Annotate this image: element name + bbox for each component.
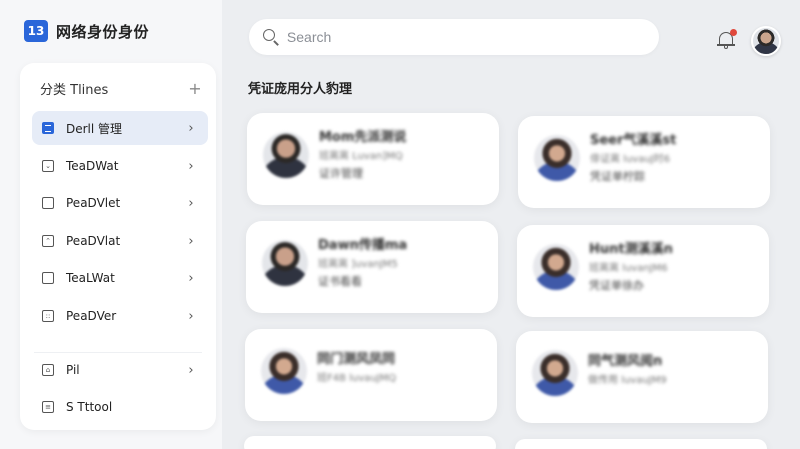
chevron-right-icon: › [188,270,194,286]
logo-badge: 13 [24,20,48,42]
bag-icon: ⌂ [42,364,54,376]
search-bar[interactable] [249,19,659,55]
square-icon [42,272,54,284]
section-title: 凭证庞用分人豹理 [248,82,353,97]
card-meta: 班F4B luvauJMQ [317,373,397,385]
avatar [262,240,308,286]
user-card-2[interactable]: Dawn传播ma 班离离 ]uvanJM5 证书看看 [246,221,498,313]
nav-header-label: 分类 Tlines [40,83,109,98]
nav-item-3[interactable]: ⌃ PeaDVlat › [32,224,208,258]
chevron-right-icon: › [188,308,194,324]
card-meta: 班离离 luvanJM6 [589,263,668,275]
user-card-0[interactable]: Mom先派测说 班离离 Luvan]MQ 证许管理 [247,113,499,205]
nav-item-label: S Tttool [66,400,113,414]
avatar [534,135,580,181]
nav-item-label: Pil [66,363,80,377]
nav-item-label: Derll 管理 [66,121,123,136]
user-card-3[interactable]: Hunt测溪溪n 班离离 luvanJM6 凭证单徐办 [517,225,769,317]
inbox-icon: ⌄ [42,160,54,172]
app-logo[interactable]: 13 网络身份身份 [24,20,149,42]
card-name: 同气测风阅n [588,354,663,369]
user-card-5[interactable]: 同气测风阅n 做传用 luvauJM9 [516,331,768,423]
nav-item-5[interactable]: :: PeaDVer › [32,299,208,333]
add-category-button[interactable]: + [188,79,202,98]
avatar [533,244,579,290]
card-role: 凭证单徐办 [589,279,644,293]
user-card-partial[interactable] [244,436,496,449]
notification-button[interactable] [717,29,737,50]
nav-item-label: PeaDVer [66,309,117,323]
card-role: 证许管理 [319,167,363,181]
card-name: Mom先派测说 [319,130,407,145]
avatar [261,348,307,394]
user-card-4[interactable]: 同门测风凤同 班F4B luvauJMQ [245,329,497,421]
nav-item-label: TeaDWat [66,159,119,173]
search-icon [263,29,279,45]
user-card-partial[interactable] [515,439,767,449]
search-input[interactable] [286,29,645,45]
nav-panel: 分类 Tlines + Derll 管理 › ⌄ TeaDWat › PeaDV… [20,63,216,430]
chevron-right-icon: › [188,120,194,136]
user-card-1[interactable]: Seer气溪溪st 俳证离 luvauJ时6 凭证单柠踪 [518,116,770,208]
nav-item-2[interactable]: PeaDVlet › [32,186,208,220]
card-meta: 班离离 Luvan]MQ [319,151,403,163]
list-icon: ≡ [42,401,54,413]
card-name: Hunt测溪溪n [589,242,673,257]
chevron-right-icon: › [188,233,194,249]
nav-item-label: PeaDVlat [66,234,121,248]
user-avatar[interactable] [751,26,781,56]
card-meta: 俳证离 luvauJ时6 [590,154,670,166]
card-name: 同门测风凤同 [317,352,396,367]
nav-item-1[interactable]: ⌄ TeaDWat › [32,149,208,183]
document-icon [42,122,54,134]
chevron-right-icon: › [188,195,194,211]
nav-header: 分类 Tlines + [40,79,202,98]
nav-item-6[interactable]: ⌂ Pil › [32,353,208,387]
nav-item-4[interactable]: TeaLWat › [32,261,208,295]
nav-item-7[interactable]: ≡ S Tttool [32,390,208,424]
card-role: 凭证单柠踪 [590,170,645,184]
card-meta: 做传用 luvauJM9 [588,375,667,387]
app-title: 网络身份身份 [56,22,150,41]
card-meta: 班离离 ]uvanJM5 [318,259,398,271]
card-role: 证书看看 [318,275,362,289]
notification-dot [730,29,737,36]
nav-item-0[interactable]: Derll 管理 › [32,111,208,145]
chevron-right-icon: › [188,158,194,174]
upload-icon: ⌃ [42,235,54,247]
nav-item-label: PeaDVlet [66,196,121,210]
chevron-right-icon: › [188,362,194,378]
grid-icon: :: [42,310,54,322]
card-name: Seer气溪溪st [590,133,677,148]
square-icon [42,197,54,209]
bell-clapper [724,46,728,49]
avatar [263,132,309,178]
card-name: Dawn传播ma [318,238,408,253]
avatar [532,350,578,396]
nav-item-label: TeaLWat [66,271,115,285]
